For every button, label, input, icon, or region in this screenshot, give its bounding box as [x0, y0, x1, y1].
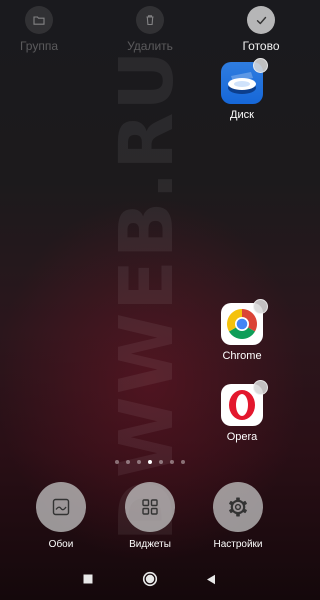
page-dot[interactable]: [159, 460, 163, 464]
widgets-label: Виджеты: [129, 539, 171, 550]
app-label: Opera: [226, 431, 258, 443]
app-chrome[interactable]: Chrome: [214, 299, 270, 362]
app-tile: [221, 58, 268, 104]
done-label: Готово: [242, 39, 280, 53]
square-icon: [83, 574, 93, 584]
wallpaper-icon: [36, 482, 86, 532]
select-marker[interactable]: [253, 299, 268, 314]
page-indicator: [0, 460, 300, 464]
app-label: Диск: [230, 109, 254, 121]
group-label: Группа: [19, 39, 59, 53]
back-button[interactable]: [198, 566, 224, 592]
watermark: DWWEB.RU: [104, 48, 190, 542]
wallpapers-button[interactable]: Обои: [21, 482, 101, 550]
select-marker[interactable]: [253, 380, 268, 395]
navigation-bar: [0, 566, 300, 592]
page-dot[interactable]: [126, 460, 130, 464]
page-dot[interactable]: [115, 460, 119, 464]
page-dot[interactable]: [170, 460, 174, 464]
check-icon: [247, 6, 275, 34]
trash-icon: [136, 6, 164, 34]
recents-button[interactable]: [75, 566, 101, 592]
settings-label: Настройки: [213, 539, 263, 550]
widgets-icon: [125, 482, 175, 532]
folder-icon: [25, 6, 53, 34]
page-dot[interactable]: [137, 460, 141, 464]
app-tile: [221, 380, 268, 426]
triangle-back-icon: [207, 574, 215, 584]
wallpapers-label: Обои: [48, 539, 74, 550]
page-dot[interactable]: [181, 460, 185, 464]
edit-toolbar: Группа Удалить Готово: [0, 0, 300, 60]
app-opera[interactable]: Opera: [214, 380, 270, 443]
settings-button[interactable]: Настройки: [198, 482, 278, 550]
gear-icon: [213, 482, 263, 532]
page-dot-current[interactable]: [148, 460, 152, 464]
widgets-button[interactable]: Виджеты: [110, 482, 190, 550]
app-tile: [221, 299, 268, 345]
group-button[interactable]: Группа: [4, 6, 74, 53]
app-disk[interactable]: Диск: [214, 58, 270, 121]
circle-icon: [142, 571, 158, 587]
delete-label: Удалить: [127, 39, 173, 53]
done-button[interactable]: Готово: [226, 6, 296, 53]
app-label: Chrome: [222, 350, 262, 362]
delete-button[interactable]: Удалить: [115, 6, 185, 53]
select-marker[interactable]: [253, 58, 268, 73]
home-button[interactable]: [137, 566, 163, 592]
